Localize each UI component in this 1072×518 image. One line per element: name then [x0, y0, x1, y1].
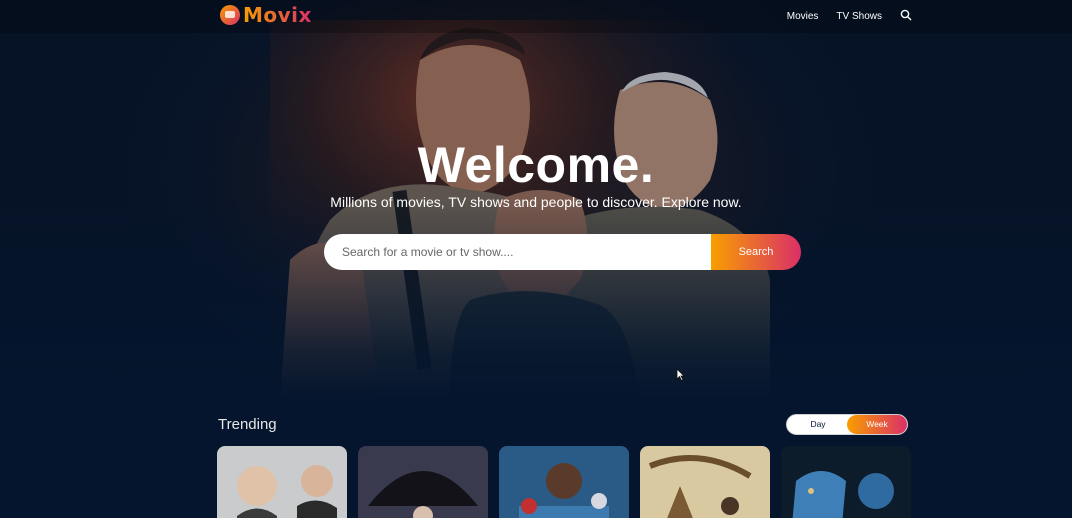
movie-card[interactable]: [640, 446, 770, 518]
switch-day[interactable]: Day: [788, 415, 848, 434]
poster-image: [499, 446, 629, 518]
poster-image: [358, 446, 488, 518]
movie-card[interactable]: [499, 446, 629, 518]
hero-subtitle: Millions of movies, TV shows and people …: [330, 194, 742, 210]
movie-card[interactable]: [781, 446, 911, 518]
poster-image: [217, 446, 347, 518]
main-nav: Movies TV Shows: [787, 9, 912, 24]
poster-image: [781, 446, 911, 518]
nav-movies[interactable]: Movies: [787, 11, 819, 22]
mouse-cursor-icon: [676, 368, 685, 381]
poster-image: [640, 446, 770, 518]
search-icon[interactable]: [900, 9, 912, 24]
day-week-switch: Day Week: [786, 414, 908, 435]
search-button[interactable]: Search: [711, 234, 801, 270]
nav-tv-shows[interactable]: TV Shows: [836, 11, 882, 22]
search-input[interactable]: [324, 234, 711, 270]
trending-carousel: [217, 446, 911, 518]
hero-search-bar: Search: [324, 234, 801, 270]
logo-icon: [220, 5, 240, 25]
top-header: Movix Movies TV Shows: [0, 0, 1072, 33]
logo[interactable]: Movix: [220, 3, 312, 27]
hero-title: Welcome.: [417, 137, 655, 193]
trending-title: Trending: [218, 416, 277, 433]
switch-week[interactable]: Week: [847, 415, 907, 434]
logo-text: Movix: [243, 3, 312, 27]
movie-card[interactable]: [358, 446, 488, 518]
movie-card[interactable]: [217, 446, 347, 518]
